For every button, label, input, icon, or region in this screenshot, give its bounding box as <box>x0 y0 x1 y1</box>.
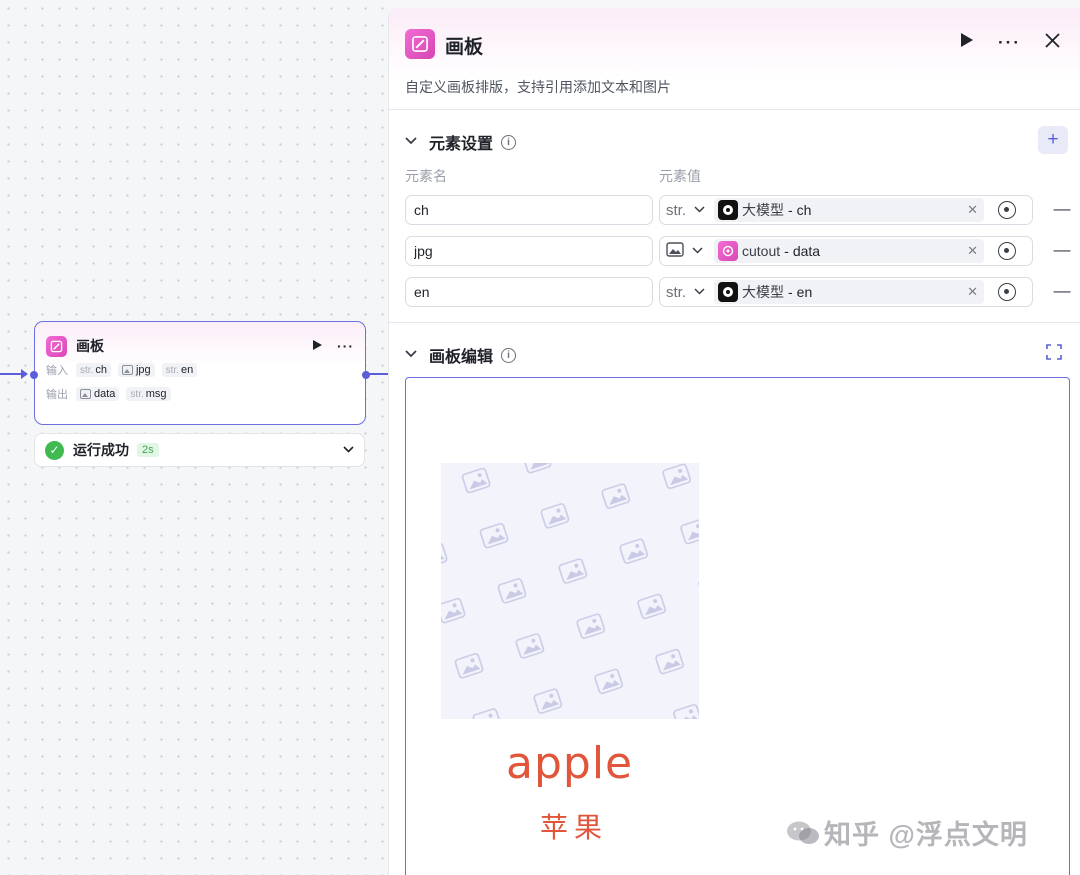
panel-title: 画板 <box>445 37 484 58</box>
remove-element-button[interactable]: — <box>1053 199 1071 219</box>
reference-chip[interactable]: 大模型 - en ✕ <box>714 280 984 304</box>
add-element-button[interactable]: + <box>1038 126 1068 154</box>
input-chip-jpg: jpg <box>117 363 155 377</box>
column-label-name: 元素名 <box>405 168 447 184</box>
canvas-panel-icon <box>405 29 435 59</box>
node-more-icon[interactable]: ··· <box>337 338 354 354</box>
element-settings-title: 元素设置 <box>429 136 494 153</box>
canvas-node[interactable]: 画板 ··· 输入 str. ch jpg str. en 输出 data str.… <box>30 321 370 425</box>
output-chip-msg: str. msg <box>126 387 171 401</box>
element-value-field: cutout - data ✕ <box>659 236 1033 266</box>
fullscreen-expand-icon[interactable] <box>1046 344 1062 360</box>
element-row: cutout-data ✕ — <box>405 236 1071 266</box>
image-type-icon <box>80 389 91 399</box>
collapse-chevron-icon[interactable] <box>405 349 417 361</box>
node-outputs-row: 输出 data str. msg <box>35 382 365 406</box>
chevron-down-icon <box>694 286 705 298</box>
run-status-bar[interactable]: ✓ 运行成功 2s <box>34 433 365 467</box>
image-type-icon <box>121 365 133 375</box>
panel-more-icon[interactable]: ··· <box>998 33 1021 53</box>
llm-source-icon <box>718 200 738 220</box>
workflow-canvas[interactable]: 画板 ··· 输入 str. ch jpg str. en 输出 data str.… <box>0 0 390 875</box>
canvas-editor-header[interactable]: 画板编辑 i <box>405 343 517 367</box>
reference-chip[interactable]: cutout - data ✕ <box>714 239 984 263</box>
clear-reference-icon[interactable]: ✕ <box>967 284 978 300</box>
info-icon[interactable]: i <box>501 134 517 150</box>
canvas-node-icon <box>46 335 67 357</box>
element-name-input[interactable] <box>405 277 653 307</box>
watermark-text: 知乎 @浮点文明 <box>824 820 1028 850</box>
close-icon[interactable] <box>1045 32 1060 53</box>
info-icon[interactable]: i <box>501 347 517 363</box>
outgoing-edge <box>369 373 389 375</box>
output-port[interactable] <box>362 371 370 379</box>
element-value-field: str. 大模型 - ch ✕ <box>659 195 1033 225</box>
watermark: 知乎 @浮点文明 <box>786 813 1028 852</box>
run-status-text: 运行成功 <box>73 442 129 458</box>
chevron-down-icon[interactable] <box>343 444 354 456</box>
output-label: 输出 <box>46 389 68 401</box>
element-settings-header[interactable]: 元素设置 i <box>405 130 517 154</box>
run-duration-badge: 2s <box>137 443 159 457</box>
input-label: 输入 <box>46 365 68 377</box>
image-type-icon <box>666 241 684 261</box>
collapse-chevron-icon[interactable] <box>405 136 417 148</box>
canvas-text-chinese[interactable]: 苹果 <box>540 806 608 846</box>
remove-element-button[interactable]: — <box>1053 240 1071 260</box>
select-variable-icon[interactable] <box>998 201 1016 219</box>
input-chip-ch: str. ch <box>76 363 111 377</box>
cutout-plugin-icon <box>718 241 738 261</box>
element-row: str. 大模型-ch ✕ — <box>405 195 1071 225</box>
canvas-editor-title: 画板编辑 <box>429 349 494 366</box>
image-placeholder[interactable] <box>441 463 699 719</box>
wechat-logo-icon <box>787 821 819 844</box>
chevron-down-icon <box>692 245 703 257</box>
element-name-input[interactable] <box>405 195 653 225</box>
incoming-edge <box>0 369 28 379</box>
llm-source-icon <box>718 282 738 302</box>
type-select[interactable]: str. <box>660 284 714 301</box>
type-select[interactable]: str. <box>660 202 714 219</box>
element-value-field: str. 大模型 - en ✕ <box>659 277 1033 307</box>
type-select[interactable] <box>660 241 714 261</box>
panel-description: 自定义画板排版，支持引用添加文本和图片 <box>405 79 671 95</box>
clear-reference-icon[interactable]: ✕ <box>967 202 978 218</box>
panel-header: 画板 ··· 自定义画板排版，支持引用添加文本和图片 <box>389 8 1080 110</box>
element-row: str. 大模型-en ✕ — <box>405 277 1071 307</box>
canvas-editor-area[interactable]: apple 苹果 <box>405 377 1070 875</box>
node-detail-panel: 画板 ··· 自定义画板排版，支持引用添加文本和图片 元素设置 i + 元素名 … <box>388 8 1080 875</box>
node-run-icon[interactable] <box>312 338 323 354</box>
input-chip-en: str. en <box>161 363 198 377</box>
node-inputs-row: 输入 str. ch jpg str. en <box>35 358 365 382</box>
element-name-input[interactable] <box>405 236 653 266</box>
section-divider <box>389 322 1080 323</box>
column-label-value: 元素值 <box>659 168 701 184</box>
chevron-down-icon <box>694 204 705 216</box>
select-variable-icon[interactable] <box>998 283 1016 301</box>
input-port[interactable] <box>30 371 38 379</box>
clear-reference-icon[interactable]: ✕ <box>967 243 978 259</box>
panel-run-icon[interactable] <box>960 32 974 53</box>
image-placeholder-pattern <box>441 463 699 719</box>
select-variable-icon[interactable] <box>998 242 1016 260</box>
success-check-icon: ✓ <box>45 440 64 460</box>
output-chip-data: data <box>76 387 120 401</box>
remove-element-button[interactable]: — <box>1053 281 1071 301</box>
node-title: 画板 <box>76 338 104 354</box>
reference-chip[interactable]: 大模型 - ch ✕ <box>714 198 984 222</box>
canvas-text-english[interactable]: apple <box>506 738 633 789</box>
